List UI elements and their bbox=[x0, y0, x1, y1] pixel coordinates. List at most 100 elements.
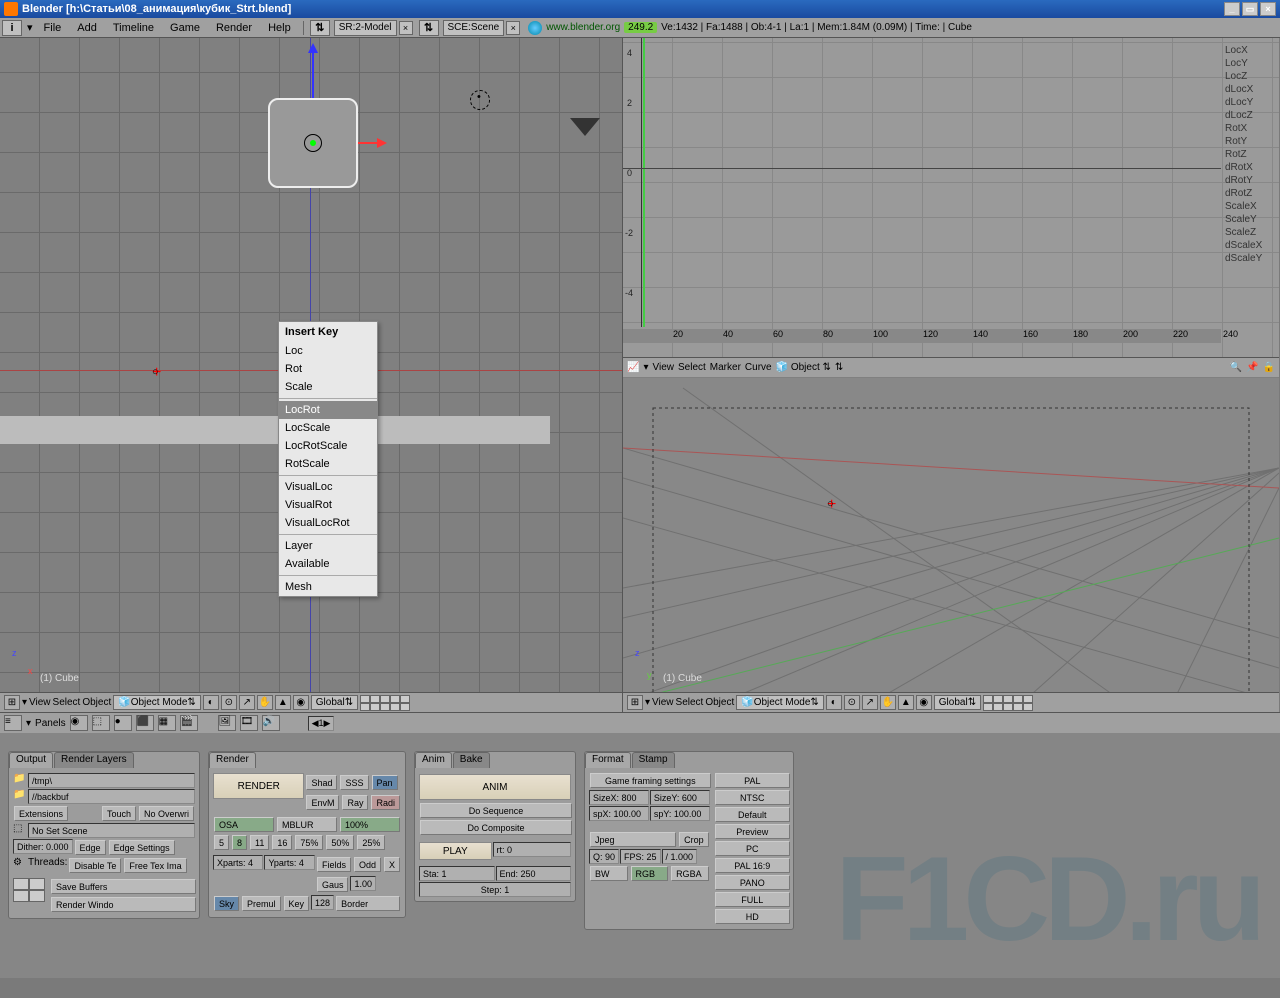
touch-btn[interactable]: Touch bbox=[102, 806, 136, 821]
odd-btn[interactable]: Odd bbox=[354, 857, 381, 872]
mode-selector-r[interactable]: 🧊 Object Mode ⇅ bbox=[736, 695, 824, 710]
preset-default[interactable]: Default bbox=[715, 807, 790, 822]
sub-render-icon[interactable]: 🖼 bbox=[218, 715, 236, 731]
ipo-pin-icon[interactable]: 📌 bbox=[1246, 362, 1258, 373]
edge-settings-btn[interactable]: Edge Settings bbox=[109, 840, 175, 855]
ctx-layer[interactable]: Layer bbox=[279, 537, 377, 555]
preset-preview[interactable]: Preview bbox=[715, 824, 790, 839]
viewport-top-ortho[interactable]: zx (1) Cube Insert Key Loc Rot Scale Loc… bbox=[0, 38, 623, 712]
screen-selector[interactable]: SR:2-Model bbox=[334, 20, 397, 36]
preset-pc[interactable]: PC bbox=[715, 841, 790, 856]
do-composite-btn[interactable]: Do Composite bbox=[420, 820, 572, 835]
render-window-btn[interactable]: Render Windo bbox=[51, 897, 196, 912]
pct50-btn[interactable]: 50% bbox=[326, 835, 354, 850]
ctx-rot[interactable]: Rot bbox=[279, 360, 377, 378]
scene-browse-icon[interactable]: ⇅ bbox=[419, 20, 439, 36]
blender-url[interactable]: www.blender.org bbox=[546, 22, 620, 33]
hand-icon-r[interactable]: ✋ bbox=[880, 695, 896, 710]
ipo-lock-icon[interactable]: 🔒 bbox=[1263, 362, 1275, 373]
buttons-editor-icon[interactable]: ≡ bbox=[4, 715, 22, 731]
extensions-btn[interactable]: Extensions bbox=[14, 806, 68, 821]
game-framing-btn[interactable]: Game framing settings bbox=[590, 773, 711, 788]
premul-btn[interactable]: Premul bbox=[242, 896, 281, 911]
shading-icon[interactable]: ◐ bbox=[203, 695, 219, 710]
pan-btn[interactable]: Pan bbox=[372, 775, 398, 790]
ctx-visuallocrot[interactable]: VisualLocRot bbox=[279, 514, 377, 532]
quality-field[interactable]: Q: 90 bbox=[589, 849, 619, 864]
ipo-editor[interactable]: 4 2 0 -2 -4 LocXLocYLocZ dLocXdLocYdLocZ… bbox=[623, 38, 1279, 358]
tab-output[interactable]: Output bbox=[9, 752, 53, 768]
hand-icon[interactable]: ✋ bbox=[257, 695, 273, 710]
[interactable]: Save Buffers bbox=[51, 879, 196, 894]
sub-sound-icon[interactable]: 🔊 bbox=[262, 715, 280, 731]
key-btn[interactable]: Key bbox=[284, 896, 310, 911]
editor-type-icon[interactable]: ⊞ bbox=[4, 695, 20, 710]
sizex-field[interactable]: SizeX: 800 bbox=[589, 790, 649, 805]
vp-view[interactable]: View bbox=[29, 697, 51, 708]
screen-delete[interactable]: × bbox=[399, 21, 413, 35]
manipulator-icon[interactable]: ↗ bbox=[239, 695, 255, 710]
preset-full[interactable]: FULL bbox=[715, 892, 790, 907]
preset-pano[interactable]: PANO bbox=[715, 875, 790, 890]
layer-buttons-r[interactable] bbox=[983, 695, 1033, 711]
editor-type-icon-r[interactable]: ⊞ bbox=[627, 695, 643, 710]
ctx-locrot[interactable]: LocRot bbox=[279, 401, 377, 419]
pct75-btn[interactable]: 75% bbox=[295, 835, 323, 850]
vp-select[interactable]: Select bbox=[53, 697, 81, 708]
tab-render-layers[interactable]: Render Layers bbox=[54, 752, 134, 768]
tab-format[interactable]: Format bbox=[585, 752, 631, 768]
ctx-mesh[interactable]: Mesh bbox=[279, 578, 377, 596]
anim-button[interactable]: ANIM bbox=[419, 774, 571, 800]
ctx-locrotscale[interactable]: LocRotScale bbox=[279, 437, 377, 455]
fps-field[interactable]: FPS: 25 bbox=[620, 849, 661, 864]
menu-render[interactable]: Render bbox=[208, 22, 260, 34]
context-shading-icon[interactable]: ● bbox=[114, 715, 132, 731]
nooverwrite-btn[interactable]: No Overwri bbox=[139, 806, 194, 821]
globe-icon[interactable] bbox=[528, 21, 542, 35]
orientation-selector[interactable]: Global ⇅ bbox=[311, 695, 358, 710]
xparts-field[interactable]: Xparts: 4 bbox=[213, 855, 263, 870]
info-icon[interactable]: i bbox=[2, 20, 22, 36]
folder-icon-2[interactable]: 📁 bbox=[13, 789, 27, 802]
ctx-visualloc[interactable]: VisualLoc bbox=[279, 478, 377, 496]
backbuf-path[interactable]: //backbuf bbox=[28, 789, 195, 804]
viewport-perspective[interactable]: zy (1) Cube ⊞ ▾ View Select Object 🧊 Obj… bbox=[623, 378, 1279, 712]
orient-icon[interactable]: ◉ bbox=[293, 695, 309, 710]
pivot-icon-r[interactable]: ⊙ bbox=[844, 695, 860, 710]
ctx-rotscale[interactable]: RotScale bbox=[279, 455, 377, 473]
screen-browse-icon[interactable]: ⇅ bbox=[310, 20, 330, 36]
play-button[interactable]: PLAY bbox=[419, 842, 492, 860]
osa16-btn[interactable]: 16 bbox=[272, 835, 292, 850]
folder-icon[interactable]: 📁 bbox=[13, 773, 27, 786]
minimize-button[interactable]: _ bbox=[1224, 2, 1240, 16]
x-btn[interactable]: X bbox=[384, 857, 400, 872]
close-button[interactable]: × bbox=[1260, 2, 1276, 16]
border-btn[interactable]: Border bbox=[336, 896, 400, 911]
tab-stamp[interactable]: Stamp bbox=[632, 752, 675, 768]
preset-ntsc[interactable]: NTSC bbox=[715, 790, 790, 805]
rt-field[interactable]: rt: 0 bbox=[493, 842, 572, 857]
context-logic-icon[interactable]: ◉ bbox=[70, 715, 88, 731]
tab-anim[interactable]: Anim bbox=[415, 752, 452, 768]
preset-hd[interactable]: HD bbox=[715, 909, 790, 924]
cube-object[interactable] bbox=[268, 98, 358, 188]
jpeg-btn[interactable]: Jpeg bbox=[590, 832, 676, 847]
gaus-btn[interactable]: Gaus bbox=[317, 877, 349, 892]
shading-icon-r[interactable]: ◐ bbox=[826, 695, 842, 710]
render-button[interactable]: RENDER bbox=[213, 773, 304, 799]
ctx-loc[interactable]: Loc bbox=[279, 342, 377, 360]
tab-bake[interactable]: Bake bbox=[453, 752, 490, 768]
sky-btn[interactable]: Sky bbox=[214, 896, 239, 911]
rgba-btn[interactable]: RGBA bbox=[671, 866, 709, 881]
preset-pal[interactable]: PAL bbox=[715, 773, 790, 788]
manipulator-icon-r[interactable]: ↗ bbox=[862, 695, 878, 710]
envm-btn[interactable]: EnvM bbox=[306, 795, 339, 810]
context-scene-icon[interactable]: 🎬 bbox=[180, 715, 198, 731]
pct25-btn[interactable]: 25% bbox=[357, 835, 385, 850]
vp-object[interactable]: Object bbox=[82, 697, 111, 708]
fields-btn[interactable]: Fields bbox=[317, 857, 351, 872]
gaus-val[interactable]: 1.00 bbox=[350, 876, 376, 891]
ctx-locscale[interactable]: LocScale bbox=[279, 419, 377, 437]
ipo-select[interactable]: Select bbox=[678, 362, 706, 373]
ipo-view[interactable]: View bbox=[652, 362, 674, 373]
